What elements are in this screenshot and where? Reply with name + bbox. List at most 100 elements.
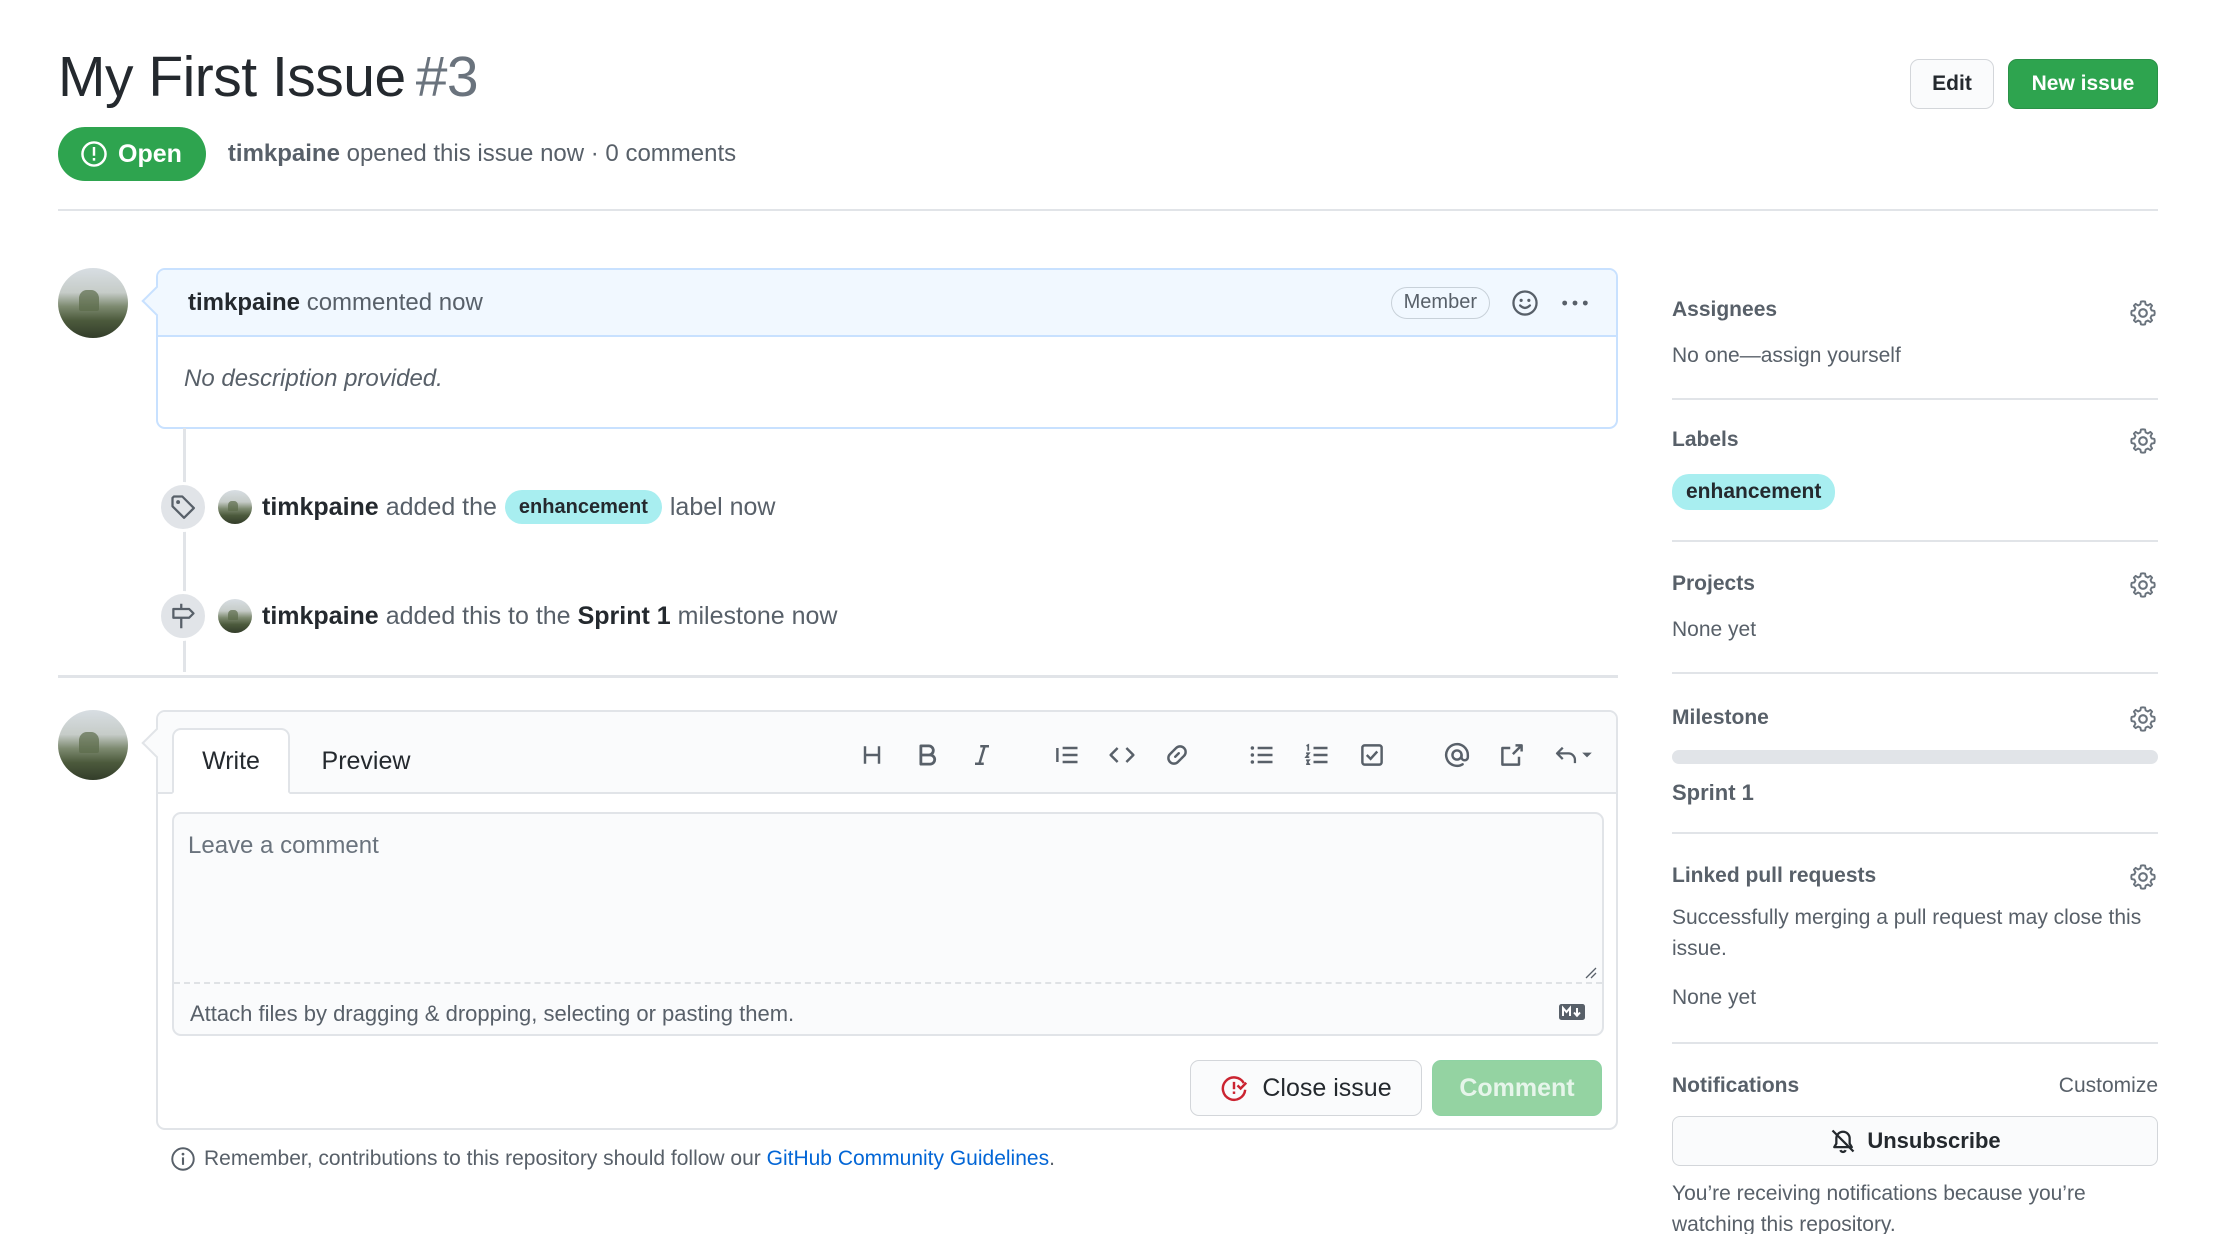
community-guidelines-link[interactable]: GitHub Community Guidelines (767, 1147, 1049, 1170)
comment-body: No description provided. (184, 365, 443, 392)
projects-heading[interactable]: Projects (1672, 572, 1755, 596)
state-label: Open (118, 139, 182, 168)
event-suffix: label now (669, 492, 776, 521)
gear-icon[interactable] (2128, 426, 2158, 456)
event-suffix: milestone now (677, 601, 838, 630)
bulleted-list-icon[interactable] (1245, 738, 1279, 772)
issue-meta-text: opened this issue now · 0 comments (346, 140, 737, 167)
mention-icon[interactable] (1440, 738, 1474, 772)
form-actions: Close issue Comment (1190, 1060, 1602, 1116)
info-icon (171, 1147, 195, 1171)
italic-icon[interactable] (965, 738, 999, 772)
close-issue-button[interactable]: Close issue (1190, 1060, 1422, 1116)
issue-title-row: My First Issue #3 (58, 44, 479, 110)
state-badge: Open (58, 127, 206, 181)
tab-preview[interactable]: Preview (306, 728, 426, 794)
issue-sidebar: Assignees No one—assign yourself Labels … (1672, 268, 2158, 1234)
header-divider (58, 209, 2158, 211)
issue-closed-icon (1222, 1076, 1248, 1102)
markdown-toolbar (834, 738, 1596, 772)
bell-slash-icon (1832, 1129, 1855, 1153)
comment-textarea-wrapper: Attach files by dragging & dropping, sel… (172, 812, 1604, 1036)
markdown-icon[interactable] (1558, 1001, 1586, 1027)
sidebar-notifications: Notifications Customize Unsubscribe You’… (1672, 1044, 2158, 1234)
comment-form-header: Write Preview (158, 712, 1616, 794)
event-author-link[interactable]: timkpaine (262, 493, 379, 522)
projects-value: None yet (1672, 618, 1757, 641)
issue-title: My First Issue (58, 45, 406, 109)
linked-prs-heading[interactable]: Linked pull requests (1672, 864, 1876, 888)
milestone-heading[interactable]: Milestone (1672, 706, 1769, 730)
labels-heading[interactable]: Labels (1672, 428, 1739, 452)
event-prefix: added this to the (385, 601, 571, 630)
comment-textarea[interactable] (174, 814, 1602, 984)
gear-icon[interactable] (2128, 862, 2158, 892)
issue-opened-icon (81, 141, 107, 167)
bold-icon[interactable] (910, 738, 944, 772)
sidebar-labels: Labels enhancement (1672, 400, 2158, 542)
comment-submit-button[interactable]: Comment (1432, 1060, 1602, 1116)
comment-header-actions: Member (1390, 286, 1590, 319)
add-reaction-icon[interactable] (1510, 288, 1540, 318)
reply-icon[interactable] (1550, 738, 1596, 772)
edit-button[interactable]: Edit (1910, 59, 1994, 109)
sidebar-assignees: Assignees No one—assign yourself (1672, 268, 2158, 400)
close-issue-label: Close issue (1262, 1073, 1392, 1102)
code-icon[interactable] (1105, 738, 1139, 772)
resize-handle-icon[interactable] (1582, 964, 1598, 985)
avatar[interactable] (58, 268, 128, 338)
file-attachment-bar[interactable]: Attach files by dragging & dropping, sel… (174, 989, 1602, 1039)
issue-author-link[interactable]: timkpaine (228, 140, 340, 167)
guidelines-text: Remember, contributions to this reposito… (204, 1147, 761, 1170)
milestone-link[interactable]: Sprint 1 (578, 602, 671, 631)
new-comment-form: Write Preview Leave a comment Attach fil… (156, 710, 1618, 1130)
event-text: timkpaine added the enhancement label no… (262, 490, 776, 524)
gear-icon[interactable] (2128, 298, 2158, 328)
attach-files-text: Attach files by dragging & dropping, sel… (190, 1001, 795, 1026)
timeline-end-divider (58, 675, 1618, 678)
comment-box: timkpaine commented now Member No descri… (156, 268, 1618, 429)
tag-icon (158, 482, 208, 532)
avatar[interactable] (218, 599, 252, 633)
unsubscribe-label: Unsubscribe (1867, 1128, 2001, 1153)
link-icon[interactable] (1160, 738, 1194, 772)
linked-prs-description: Successfully merging a pull request may … (1672, 906, 2142, 960)
comment-timestamp[interactable]: commented now (307, 289, 483, 316)
gear-icon[interactable] (2128, 570, 2158, 600)
guidelines-end: . (1049, 1147, 1055, 1170)
timeline-event-milestoned: timkpaine added this to the Sprint 1 mil… (158, 591, 837, 641)
sidebar-linked-prs: Linked pull requests Successfully mergin… (1672, 834, 2158, 1044)
gear-icon[interactable] (2128, 704, 2158, 734)
heading-icon[interactable] (855, 738, 889, 772)
issue-state-row: Open timkpaine opened this issue now · 0… (58, 127, 736, 181)
enhancement-label[interactable]: enhancement (504, 490, 662, 524)
tab-write[interactable]: Write (172, 728, 290, 794)
header-actions: Edit New issue (1910, 59, 2158, 109)
member-badge: Member (1390, 286, 1490, 319)
quote-icon[interactable] (1050, 738, 1084, 772)
kebab-menu-icon[interactable] (1560, 288, 1590, 318)
task-list-icon[interactable] (1355, 738, 1389, 772)
comment-author-link[interactable]: timkpaine (188, 289, 300, 316)
linked-prs-value: None yet (1672, 986, 1757, 1009)
cross-reference-icon[interactable] (1495, 738, 1529, 772)
sidebar-enhancement-label[interactable]: enhancement (1672, 474, 1836, 510)
avatar[interactable] (218, 490, 252, 524)
sidebar-projects: Projects None yet (1672, 542, 2158, 674)
milestone-icon (158, 591, 208, 641)
assignees-heading[interactable]: Assignees (1672, 298, 1777, 322)
event-text: timkpaine added this to the Sprint 1 mil… (262, 602, 837, 631)
assignees-value[interactable]: No one—assign yourself (1672, 340, 1901, 371)
numbered-list-icon[interactable] (1300, 738, 1334, 772)
customize-link[interactable]: Customize (2059, 1070, 2158, 1101)
new-issue-button[interactable]: New issue (2008, 59, 2158, 109)
unsubscribe-button[interactable]: Unsubscribe (1672, 1116, 2158, 1166)
community-guidelines-note: Remember, contributions to this reposito… (170, 1146, 1055, 1172)
comment-header: timkpaine commented now Member (158, 270, 1616, 337)
sidebar-milestone: Milestone Sprint 1 (1672, 674, 2158, 834)
milestone-progress-bar (1672, 750, 2158, 764)
issue-number: #3 (415, 45, 479, 109)
avatar[interactable] (58, 710, 128, 780)
milestone-value[interactable]: Sprint 1 (1672, 780, 1754, 806)
event-author-link[interactable]: timkpaine (262, 602, 379, 631)
